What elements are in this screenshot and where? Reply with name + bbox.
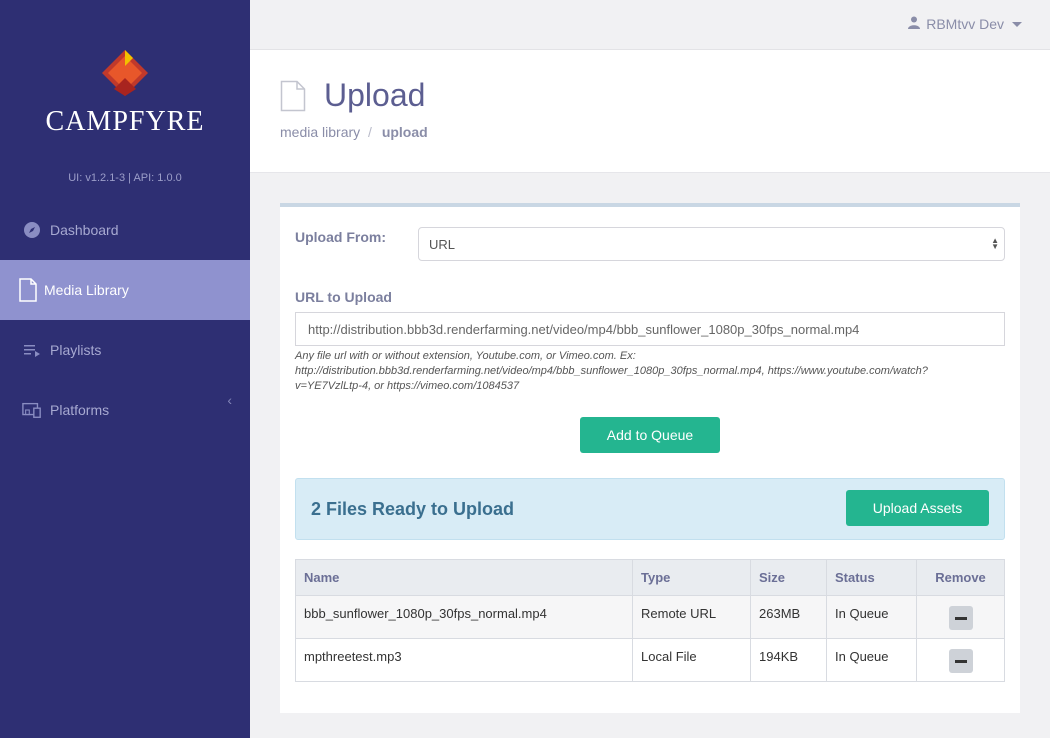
campfyre-logo-icon [102, 50, 148, 96]
upload-from-select[interactable]: URL ▲ ▼ [418, 227, 1005, 261]
user-menu[interactable]: RBMtvv Dev [908, 16, 1022, 32]
logo[interactable]: CAMPFYRE [0, 48, 250, 138]
file-size: 194KB [750, 638, 827, 682]
devices-icon [22, 400, 42, 420]
brand-name: CAMPFYRE [45, 106, 205, 137]
file-type: Remote URL [632, 595, 751, 639]
sidebar-item-label: Dashboard [50, 222, 119, 238]
column-header-type: Type [632, 559, 751, 596]
upload-from-value: URL [429, 237, 456, 252]
sidebar-item-platforms[interactable]: Platforms [0, 380, 250, 440]
page-header: Upload media library / upload [250, 50, 1050, 173]
page-title: Upload [324, 77, 426, 113]
chevron-left-icon[interactable]: ‹ [227, 392, 232, 408]
url-input[interactable]: http://distribution.bbb3d.renderfarming.… [295, 312, 1005, 346]
file-size: 263MB [750, 595, 827, 639]
remove-cell [916, 595, 1005, 639]
ready-banner: 2 Files Ready to Upload Upload Assets [295, 478, 1005, 540]
sidebar-item-label: Media Library [44, 282, 129, 298]
breadcrumb-current: upload [381, 124, 428, 140]
column-header-size: Size [750, 559, 827, 596]
file-type: Local File [632, 638, 751, 682]
file-status: In Queue [826, 595, 917, 639]
add-to-queue-button[interactable]: Add to Queue [580, 417, 720, 453]
column-header-name: Name [295, 559, 633, 596]
ready-count-text: 2 Files Ready to Upload [311, 499, 515, 519]
sidebar-item-label: Playlists [50, 342, 102, 358]
file-name: bbb_sunflower_1080p_30fps_normal.mp4 [295, 595, 633, 639]
column-header-remove: Remove [916, 559, 1005, 596]
user-icon [908, 16, 921, 32]
upload-from-label: Upload From: [295, 229, 386, 245]
user-name: RBMtvv Dev [926, 16, 1004, 32]
breadcrumb-parent[interactable]: media library [280, 124, 360, 140]
sidebar-nav: Dashboard Media Library Playlists Platfo… [0, 200, 250, 440]
version-info: UI: v1.2.1-3 | API: 1.0.0 [68, 172, 182, 184]
upload-panel: Upload From: URL ▲ ▼ URL to Upload http:/… [280, 203, 1020, 713]
table-header-row: Name Type Size Status Remove [295, 559, 1005, 596]
table-row: bbb_sunflower_1080p_30fps_normal.mp4 Rem… [295, 595, 1005, 639]
topbar: RBMtvv Dev [250, 0, 1050, 50]
sidebar-item-media-library[interactable]: Media Library [0, 260, 250, 320]
breadcrumb-separator: / [368, 124, 372, 140]
sidebar-item-label: Platforms [50, 402, 110, 418]
caret-down-icon [1012, 21, 1022, 27]
url-label: URL to Upload [295, 289, 392, 305]
file-icon [18, 278, 38, 302]
file-icon [280, 80, 306, 117]
column-header-status: Status [826, 559, 917, 596]
remove-button[interactable] [948, 649, 973, 673]
minus-icon [954, 660, 967, 663]
remove-cell [916, 638, 1005, 682]
upload-assets-button[interactable]: Upload Assets [846, 490, 989, 526]
minus-icon [954, 617, 967, 620]
playlist-icon [22, 340, 42, 360]
breadcrumb: media library / upload [280, 124, 428, 140]
compass-icon [22, 220, 42, 240]
sidebar-item-playlists[interactable]: Playlists [0, 320, 250, 380]
select-arrows-icon: ▲ ▼ [991, 236, 999, 251]
file-name: mpthreetest.mp3 [295, 638, 633, 682]
file-status: In Queue [826, 638, 917, 682]
sidebar-item-dashboard[interactable]: Dashboard [0, 200, 250, 260]
url-help-text: Any file url with or without extension, … [295, 350, 928, 392]
table-row: mpthreetest.mp3 Local File 194KB In Queu… [295, 638, 1005, 682]
remove-button[interactable] [948, 606, 973, 630]
sidebar: CAMPFYRE UI: v1.2.1-3 | API: 1.0.0 Dashb… [0, 0, 250, 738]
files-table: Name Type Size Status Remove bbb_sunflow… [295, 559, 1005, 682]
